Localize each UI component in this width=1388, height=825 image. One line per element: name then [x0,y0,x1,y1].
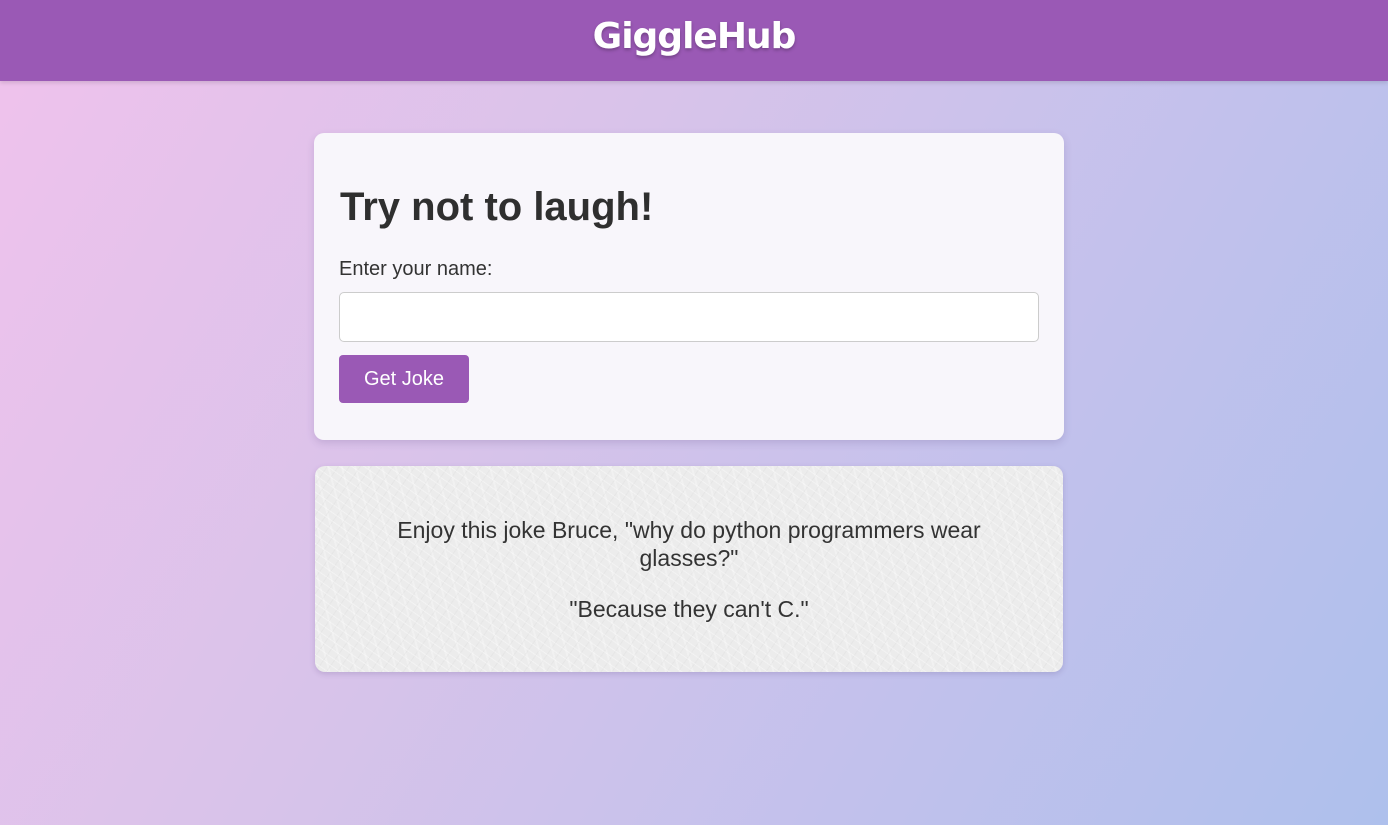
site-header: GiggleHub [0,0,1388,81]
joke-display-card: Enjoy this joke Bruce, "why do python pr… [315,466,1063,672]
page-title: Try not to laugh! [340,185,654,229]
joke-punchline-text: "Because they can't C." [569,596,809,622]
get-joke-button[interactable]: Get Joke [339,355,469,403]
joke-form-card: Try not to laugh! Enter your name: Get J… [314,133,1064,440]
name-label: Enter your name: [339,258,493,280]
gigglehub-logo: GiggleHub [592,16,797,57]
name-input[interactable] [339,292,1039,342]
joke-setup-text: Enjoy this joke Bruce, "why do python pr… [397,517,981,571]
